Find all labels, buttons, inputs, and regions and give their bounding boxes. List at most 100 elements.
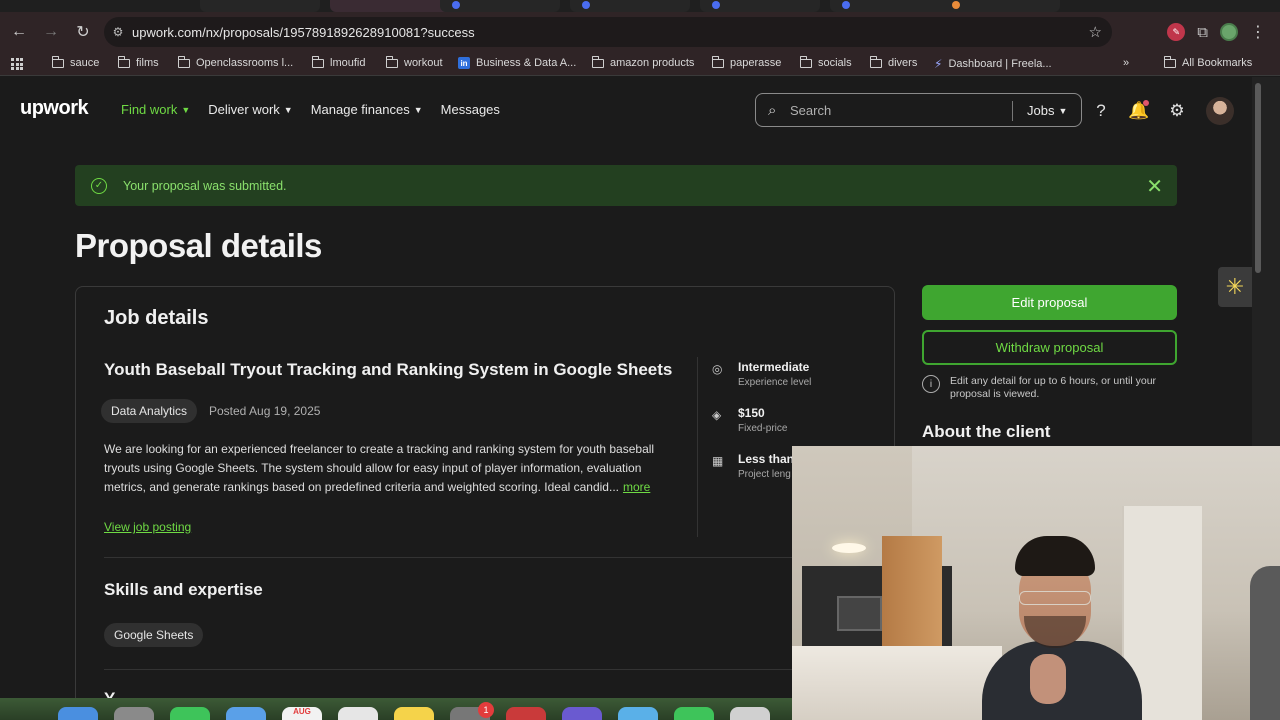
edit-info: i Edit any detail for up to 6 hours, or … [922, 375, 1177, 401]
chevron-down-icon: ▼ [283, 104, 293, 115]
chevron-down-icon: ▼ [413, 104, 423, 115]
brain-icon: ◎ [712, 362, 723, 376]
finder-icon[interactable] [58, 707, 98, 720]
folder-icon [712, 55, 724, 68]
upwork-logo[interactable]: upwork [20, 97, 89, 120]
folder-icon [800, 55, 812, 68]
whatsapp-icon[interactable] [674, 707, 714, 720]
success-banner: ✓ Your proposal was submitted. ✕ [75, 165, 1177, 206]
app-icon[interactable] [562, 707, 602, 720]
macos-dock: AUG 1 [0, 698, 792, 720]
nav-find-work[interactable]: Find work ▼ [121, 102, 190, 117]
edit-proposal-button[interactable]: Edit proposal [922, 285, 1177, 320]
notification-dot [1143, 100, 1149, 106]
calendar-icon: ▦ [712, 454, 724, 468]
posted-date: Posted Aug 19, 2025 [209, 404, 321, 418]
divider [697, 357, 698, 537]
site-header: upwork Find work ▼ Deliver work ▼ Manage f… [0, 77, 1252, 141]
divider [104, 557, 874, 558]
contacts-icon[interactable] [338, 707, 378, 720]
apps-grid-icon[interactable] [11, 58, 23, 70]
bookmark-divers[interactable]: divers [870, 55, 917, 69]
job-description: We are looking for an experienced freela… [104, 442, 655, 494]
bookmarks-bar: sauce films Openclassrooms l... lmoufid … [0, 52, 1280, 76]
more-link[interactable]: more [623, 480, 650, 494]
app-icon[interactable] [730, 707, 770, 720]
avatar[interactable] [1206, 97, 1234, 125]
extensions-puzzle-icon[interactable]: ⧉ [1197, 24, 1208, 41]
notes-icon[interactable] [394, 707, 434, 720]
bookmark-star-icon[interactable]: ☆ [1089, 23, 1102, 41]
browser-tab[interactable] [700, 0, 820, 12]
search-scope-dropdown[interactable]: Jobs ▼ [1027, 103, 1067, 118]
chevron-down-icon: ▼ [1058, 105, 1068, 116]
bookmark-films[interactable]: films [118, 55, 159, 69]
bookmark-openclassrooms[interactable]: Openclassrooms l... [178, 55, 293, 69]
chevron-down-icon: ▼ [181, 104, 191, 115]
forward-icon[interactable]: → [38, 19, 64, 45]
app-icon[interactable] [618, 707, 658, 720]
back-icon[interactable]: ← [6, 19, 32, 45]
browser-menu-icon[interactable]: ⋮ [1250, 22, 1266, 42]
folder-icon [870, 55, 882, 68]
skill-tag[interactable]: Google Sheets [104, 623, 204, 647]
all-bookmarks-button[interactable]: All Bookmarks [1164, 55, 1252, 69]
nav-manage-finances[interactable]: Manage finances ▼ [311, 102, 423, 117]
url-text: upwork.com/nx/proposals/1957891892628910… [132, 24, 475, 40]
browser-tab-strip [0, 0, 1280, 12]
budget: ◈ $150 Fixed-price [712, 406, 788, 434]
check-circle-icon: ✓ [91, 177, 107, 194]
bookmark-workout[interactable]: workout [386, 55, 443, 69]
bookmark-sauce[interactable]: sauce [52, 55, 99, 69]
browser-tab[interactable] [830, 0, 950, 12]
success-message: Your proposal was submitted. [123, 178, 287, 193]
search-icon: ⌕ [768, 101, 777, 119]
bookmark-amazon-products[interactable]: amazon products [592, 55, 694, 69]
bookmark-lmoufid[interactable]: lmoufid [312, 55, 365, 69]
launchpad-icon[interactable] [114, 707, 154, 720]
browser-tab-active[interactable] [330, 0, 450, 12]
maps-icon[interactable] [226, 707, 266, 720]
bookmark-socials[interactable]: socials [800, 55, 852, 69]
address-bar[interactable]: ⚙ upwork.com/nx/proposals/19578918926289… [104, 17, 1112, 47]
folder-icon [178, 55, 190, 68]
browser-toolbar: ← → ↻ ⚙ upwork.com/nx/proposals/19578918… [0, 12, 1280, 52]
app-icon[interactable] [506, 707, 546, 720]
calendar-icon[interactable]: AUG [282, 707, 322, 720]
folder-icon [118, 55, 130, 68]
nav-messages[interactable]: Messages [441, 102, 500, 117]
help-icon[interactable]: ? [1090, 100, 1112, 122]
job-details-card: Job details Youth Baseball Tryout Tracki… [75, 286, 895, 720]
view-job-posting-link[interactable]: View job posting [104, 520, 191, 534]
search-input[interactable] [790, 102, 1000, 118]
scrollbar-thumb[interactable] [1255, 83, 1261, 273]
close-icon[interactable]: ✕ [1146, 174, 1163, 199]
reload-icon[interactable]: ↻ [70, 19, 96, 45]
more-bookmarks-button[interactable]: » [1123, 57, 1129, 69]
bookmark-dashboard-freelance[interactable]: ⚡ Dashboard | Freela... [934, 57, 1052, 71]
project-length: ▦ Less than Project leng [712, 452, 795, 480]
experience-level: ◎ Intermediate Experience level [712, 360, 812, 388]
floating-widget-icon[interactable]: ✳ [1218, 267, 1252, 307]
notification-bell-icon[interactable]: 🔔 [1128, 100, 1150, 122]
profile-avatar-icon[interactable] [1220, 23, 1238, 41]
category-badge[interactable]: Data Analytics [101, 399, 198, 423]
messages-icon[interactable] [170, 707, 210, 720]
nav-deliver-work[interactable]: Deliver work ▼ [208, 102, 292, 117]
folder-icon [52, 55, 64, 68]
browser-tab[interactable] [570, 0, 690, 12]
site-settings-icon[interactable]: ⚙ [104, 25, 132, 39]
bookmark-paperasse[interactable]: paperasse [712, 55, 781, 69]
folder-icon [312, 55, 324, 68]
withdraw-proposal-button[interactable]: Withdraw proposal [922, 330, 1177, 365]
settings-gear-icon[interactable]: ⚙ [1166, 100, 1188, 122]
site-icon: ⚡ [934, 57, 943, 71]
extension-icon[interactable]: ✎ [1167, 23, 1186, 41]
price-tag-icon: ◈ [712, 408, 722, 422]
header-icons: ? 🔔 ⚙ [1090, 97, 1234, 125]
browser-tab[interactable] [940, 0, 1060, 12]
skills-heading: Skills and expertise [104, 580, 263, 599]
browser-tab[interactable] [440, 0, 560, 12]
bookmark-business-data[interactable]: in Business & Data A... [458, 57, 576, 69]
browser-tab[interactable] [200, 0, 320, 12]
